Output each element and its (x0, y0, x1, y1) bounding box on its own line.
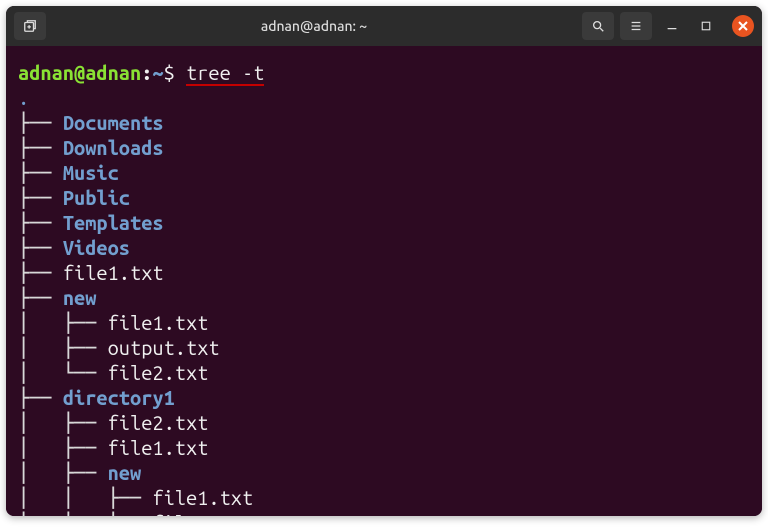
title-bar: adnan@adnan: ~ (6, 6, 762, 46)
tree-line: │ │ ├── file1.txt (18, 485, 750, 510)
tree-line: ├── Documents (18, 110, 750, 135)
tree-file: file1.txt (63, 261, 164, 284)
tree-file: output.txt (108, 336, 220, 359)
tree-branch: │ │ ├── (18, 486, 152, 509)
tree-branch: │ │ ├── (18, 511, 152, 516)
prompt-line: adnan@adnan:~$ tree -t (18, 60, 750, 85)
tree-branch: ├── (18, 386, 63, 409)
tree-dir: directory1 (63, 386, 175, 409)
tree-file: file1.txt (108, 436, 209, 459)
tree-branch: ├── (18, 136, 63, 159)
tree-line: │ │ ├── file2.txt (18, 510, 750, 516)
tree-line: ├── file1.txt (18, 260, 750, 285)
tree-line: ├── directory1 (18, 385, 750, 410)
tree-output: ├── Documents├── Downloads├── Music├── P… (18, 110, 750, 516)
tree-branch: ├── (18, 236, 63, 259)
tree-line: ├── Music (18, 160, 750, 185)
tree-line: ├── Videos (18, 235, 750, 260)
menu-button[interactable] (620, 12, 652, 40)
tree-dir: new (63, 286, 97, 309)
tree-file: file2.txt (152, 511, 253, 516)
minimize-button[interactable] (658, 12, 686, 40)
prompt-path: ~ (152, 61, 163, 84)
tree-dir: Videos (63, 236, 130, 259)
tree-branch: ├── (18, 161, 63, 184)
search-button[interactable] (582, 12, 614, 40)
tree-line: ├── Downloads (18, 135, 750, 160)
tree-line: │ ├── file2.txt (18, 410, 750, 435)
tree-file: file1.txt (108, 311, 209, 334)
tree-line: │ ├── file1.txt (18, 435, 750, 460)
tree-file: file2.txt (108, 411, 209, 434)
prompt-user: adnan@adnan (18, 61, 141, 84)
tree-branch: ├── (18, 261, 63, 284)
tree-dir: Templates (63, 211, 164, 234)
tree-branch: │ ├── (18, 461, 108, 484)
tree-dir: new (108, 461, 142, 484)
tree-file: file2.txt (108, 361, 209, 384)
tree-branch: │ ├── (18, 436, 108, 459)
tree-branch: │ └── (18, 361, 108, 384)
tree-branch: ├── (18, 211, 63, 234)
tree-dir: Music (63, 161, 119, 184)
tree-line: │ ├── new (18, 460, 750, 485)
tree-line: ├── Public (18, 185, 750, 210)
command-text: tree -t (186, 61, 264, 86)
new-tab-button[interactable] (14, 12, 46, 40)
tree-dir: Public (63, 186, 130, 209)
tree-branch: │ ├── (18, 336, 108, 359)
tree-root: . (18, 85, 750, 110)
tree-dir: Downloads (63, 136, 164, 159)
maximize-button[interactable] (692, 12, 720, 40)
close-button[interactable] (732, 15, 754, 37)
tree-branch: ├── (18, 286, 63, 309)
tree-branch: ├── (18, 111, 63, 134)
terminal-window: adnan@adnan: ~ adnan@adnan:~$ tree -t . … (6, 6, 762, 516)
titlebar-right (582, 12, 754, 40)
tree-line: │ ├── output.txt (18, 335, 750, 360)
tree-line: │ ├── file1.txt (18, 310, 750, 335)
tree-branch: ├── (18, 186, 63, 209)
window-title: adnan@adnan: ~ (54, 18, 574, 34)
terminal-body[interactable]: adnan@adnan:~$ tree -t . ├── Documents├─… (6, 46, 762, 516)
prompt-symbol: $ (164, 61, 175, 84)
tree-file: file1.txt (152, 486, 253, 509)
tree-line: ├── new (18, 285, 750, 310)
tree-line: │ └── file2.txt (18, 360, 750, 385)
tree-branch: │ ├── (18, 411, 108, 434)
tree-branch: │ ├── (18, 311, 108, 334)
tree-dir: Documents (63, 111, 164, 134)
tree-line: ├── Templates (18, 210, 750, 235)
